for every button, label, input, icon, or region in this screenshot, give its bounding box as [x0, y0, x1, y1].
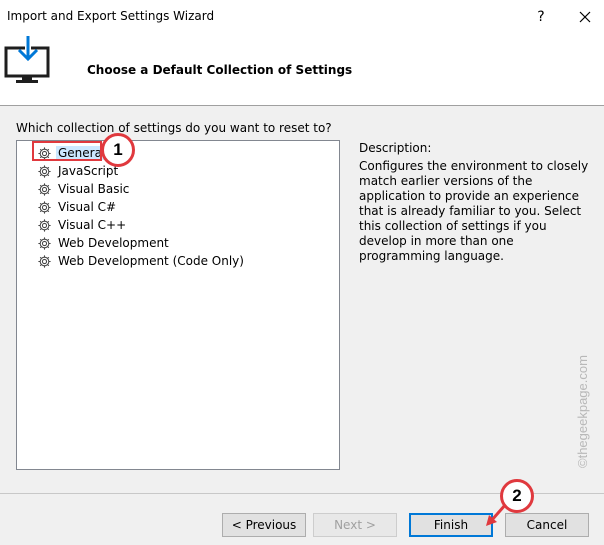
gear-icon: [38, 254, 51, 268]
help-button[interactable]: ?: [527, 4, 555, 30]
list-item-label: General: [56, 146, 108, 160]
close-icon: [579, 11, 591, 23]
header-divider: [0, 105, 604, 106]
gear-icon: [38, 146, 51, 160]
page-title: Choose a Default Collection of Settings: [87, 63, 353, 77]
list-item-visual-cpp[interactable]: Visual C++: [37, 216, 126, 234]
list-item-visual-basic[interactable]: Visual Basic: [37, 180, 129, 198]
gear-icon: [38, 236, 51, 250]
cancel-button[interactable]: Cancel: [505, 513, 589, 537]
finish-button[interactable]: Finish: [409, 513, 493, 537]
watermark: ©thegeekpage.com: [575, 355, 590, 468]
list-item-label: Web Development: [58, 236, 169, 250]
monitor-download-icon: [4, 36, 50, 83]
previous-button[interactable]: < Previous: [222, 513, 306, 537]
list-item-web-development[interactable]: Web Development: [37, 234, 169, 252]
list-item-label: Visual Basic: [58, 182, 130, 196]
next-button[interactable]: Next >: [313, 513, 397, 537]
list-item-label: JavaScript: [58, 164, 119, 178]
list-item-label: Visual C#: [58, 200, 117, 214]
description-text: Configures the environment to closely ma…: [359, 159, 589, 263]
list-item-label: Visual C++: [58, 218, 127, 232]
collection-question: Which collection of settings do you want…: [16, 121, 332, 135]
close-button[interactable]: [570, 4, 600, 30]
wizard-header: Choose a Default Collection of Settings: [0, 34, 604, 106]
list-item-javascript[interactable]: JavaScript: [37, 162, 118, 180]
watermark-text: ©thegeekpage.com: [575, 355, 590, 468]
window-title: Import and Export Settings Wizard: [7, 9, 215, 23]
step-badge-2: 2: [500, 479, 534, 513]
collection-list[interactable]: General JavaScript Visual Basic Visual C…: [16, 140, 340, 470]
list-item-general[interactable]: General: [37, 144, 108, 162]
title-bar: Import and Export Settings Wizard ?: [0, 0, 604, 34]
list-item-web-development-code-only[interactable]: Web Development (Code Only): [37, 252, 244, 270]
list-item-label: Web Development (Code Only): [58, 254, 244, 268]
gear-icon: [38, 182, 51, 196]
gear-icon: [38, 218, 51, 232]
gear-icon: [38, 164, 51, 178]
list-item-visual-csharp[interactable]: Visual C#: [37, 198, 116, 216]
step-badge-1: 1: [101, 133, 135, 167]
gear-icon: [38, 200, 51, 214]
description-label: Description:: [359, 141, 432, 155]
